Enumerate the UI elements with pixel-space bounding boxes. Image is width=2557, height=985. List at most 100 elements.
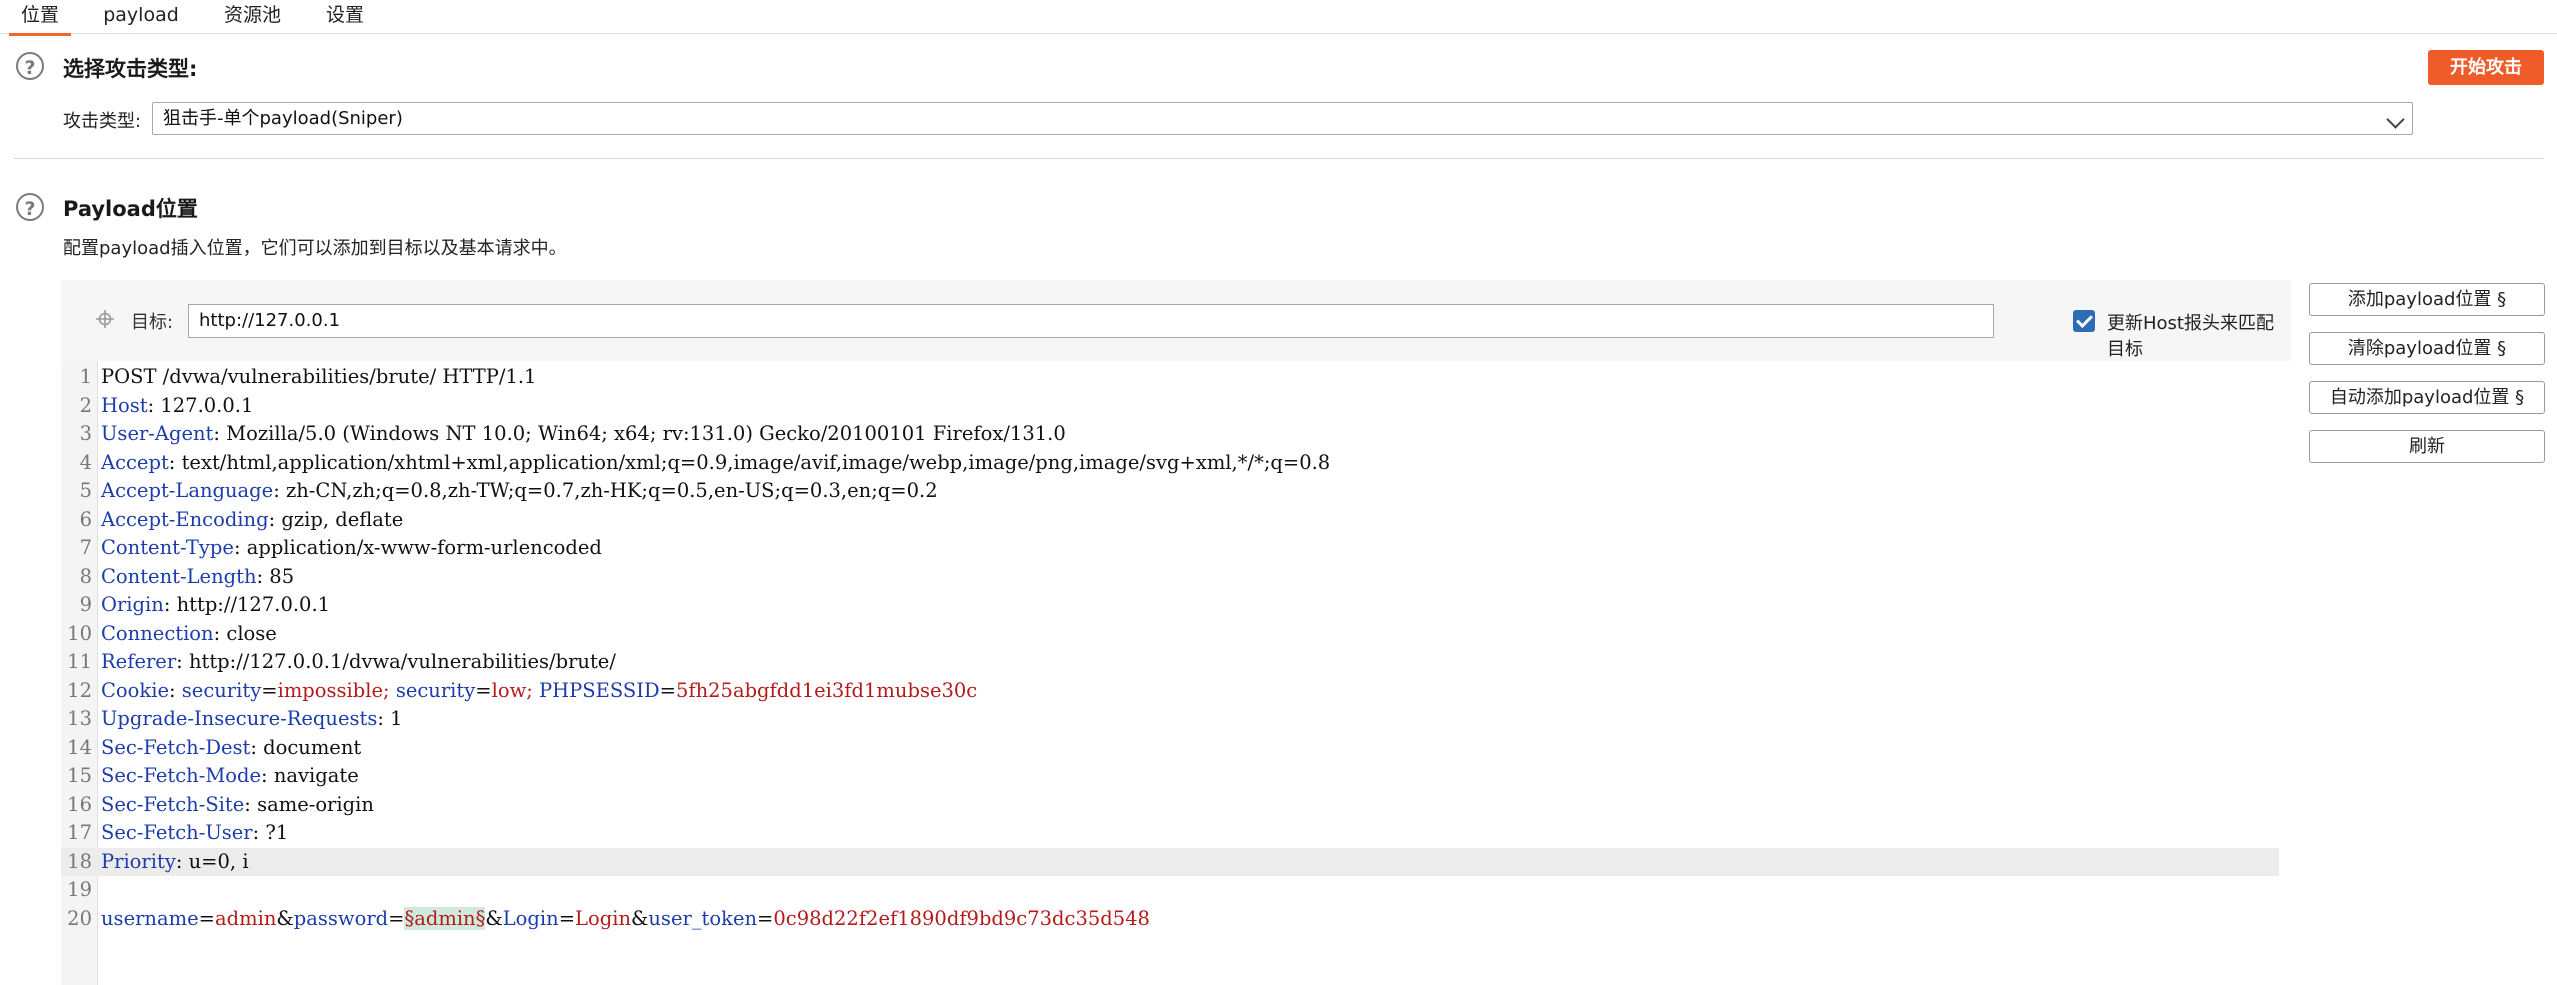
line-number: 11	[67, 650, 92, 673]
header-key: security	[181, 678, 262, 702]
header-value: =	[261, 678, 278, 702]
header-value: : Mozilla/5.0 (Windows NT 10.0; Win64; x…	[213, 422, 1066, 445]
header-key: Sec-Fetch-User	[101, 821, 253, 844]
help-icon[interactable]: ?	[16, 193, 44, 221]
line-content: username=admin&password=§admin§&Login=Lo…	[101, 905, 1150, 934]
header-key: Accept-Encoding	[101, 507, 269, 531]
line-content: Sec-Fetch-Dest: document	[101, 734, 361, 763]
header-key: security	[395, 678, 476, 702]
line-content: Priority: u=0, i	[101, 848, 249, 877]
request-line[interactable]: 19	[61, 876, 2279, 905]
request-line[interactable]: 13 Upgrade-Insecure-Requests: 1	[61, 705, 2279, 734]
attack-type-value: 狙击手-单个payload(Sniper)	[163, 108, 403, 129]
attack-type-label: 攻击类型:	[63, 111, 142, 132]
header-key: Referer	[101, 650, 177, 673]
tab-settings[interactable]: 设置	[316, 0, 374, 33]
tab-payload[interactable]: payload	[96, 0, 186, 33]
line-number: 9	[79, 593, 92, 616]
request-line[interactable]: 5 Accept-Language: zh-CN,zh;q=0.8,zh-TW;q…	[61, 477, 2279, 506]
line-number: 14	[67, 735, 92, 759]
header-key: Sec-Fetch-Site	[101, 792, 245, 816]
tab-positions[interactable]: 位置	[9, 0, 71, 36]
payload-editor: 目标: http://127.0.0.1 更新Host报头来匹配目标 1 POST…	[61, 280, 2291, 985]
line-number: 4	[79, 450, 92, 474]
header-value: =	[757, 906, 774, 930]
request-line[interactable]: 6 Accept-Encoding: gzip, deflate	[61, 506, 2279, 535]
request-line[interactable]: 3 User-Agent: Mozilla/5.0 (Windows NT 10.…	[61, 420, 2279, 449]
header-key: Sec-Fetch-Dest	[101, 735, 251, 759]
request-line[interactable]: 4 Accept: text/html,application/xhtml+xml…	[61, 449, 2279, 478]
request-line[interactable]: 14 Sec-Fetch-Dest: document	[61, 734, 2279, 763]
header-value: =	[198, 906, 215, 930]
request-line[interactable]: 1 POST /dvwa/vulnerabilities/brute/ HTTP/…	[61, 363, 2279, 392]
line-number: 5	[79, 479, 92, 502]
header-value: =	[475, 678, 492, 702]
header-key: Priority	[101, 849, 176, 873]
line-number: 1	[79, 365, 92, 388]
add-payload-position-button[interactable]: 添加payload位置 §	[2309, 283, 2545, 316]
request-line[interactable]: 15 Sec-Fetch-Mode: navigate	[61, 762, 2279, 791]
request-line[interactable]: 10 Connection: close	[61, 620, 2279, 649]
header-value: : same-origin	[244, 792, 374, 816]
line-number: 12	[67, 678, 92, 702]
request-line[interactable]: 9 Origin: http://127.0.0.1	[61, 591, 2279, 620]
header-value: : zh-CN,zh;q=0.8,zh-TW;q=0.7,zh-HK;q=0.5…	[273, 479, 938, 502]
header-key: user_token	[648, 906, 758, 930]
request-line[interactable]: 18 Priority: u=0, i	[61, 847, 2279, 877]
auto-add-payload-position-button[interactable]: 自动添加payload位置 §	[2309, 381, 2545, 414]
header-key: Host	[101, 393, 148, 417]
help-icon[interactable]: ?	[16, 52, 44, 80]
header-value: : document	[250, 735, 362, 759]
payload-positions-title: Payload位置	[63, 197, 198, 221]
header-key: Sec-Fetch-Mode	[101, 764, 262, 787]
refresh-button[interactable]: 刷新	[2309, 430, 2545, 463]
header-value: Login	[575, 906, 632, 930]
payload-positions-description: 配置payload插入位置，它们可以添加到目标以及基本请求中。	[63, 238, 567, 259]
line-content: Connection: close	[101, 620, 277, 649]
update-host-label: 更新Host报头来匹配目标	[2107, 313, 2274, 360]
start-attack-button[interactable]: 开始攻击	[2428, 50, 2544, 85]
line-content: Content-Type: application/x-www-form-url…	[101, 534, 602, 563]
request-line[interactable]: 20 username=admin&password=§admin§&Login=…	[61, 905, 2279, 934]
crosshair-icon	[96, 310, 114, 328]
header-value: =	[388, 906, 405, 930]
request-line[interactable]: 11 Referer: http://127.0.0.1/dvwa/vulnera…	[61, 648, 2279, 677]
header-value: : navigate	[261, 764, 359, 787]
header-key: User-Agent	[101, 422, 214, 445]
clear-payload-position-button[interactable]: 清除payload位置 §	[2309, 332, 2545, 365]
tab-resource-pool[interactable]: 资源池	[215, 0, 290, 33]
header-value: =	[558, 906, 576, 930]
line-content: Accept-Encoding: gzip, deflate	[101, 506, 403, 535]
header-key: Origin	[101, 593, 164, 616]
line-number: 10	[67, 621, 92, 645]
request-line[interactable]: 2 Host: 127.0.0.1	[61, 392, 2279, 421]
line-number: 16	[67, 792, 92, 816]
line-content: User-Agent: Mozilla/5.0 (Windows NT 10.0…	[101, 420, 1066, 449]
update-host-checkbox[interactable]	[2073, 310, 2095, 332]
line-number: 8	[79, 564, 92, 588]
request-line[interactable]: 17 Sec-Fetch-User: ?1	[61, 819, 2279, 848]
header-value: : close	[213, 621, 277, 645]
attack-type-select[interactable]: 狙击手-单个payload(Sniper)	[152, 102, 2413, 135]
request-line[interactable]: 7 Content-Type: application/x-www-form-ur…	[61, 534, 2279, 563]
line-content: Sec-Fetch-Mode: navigate	[101, 762, 359, 791]
line-content: Sec-Fetch-User: ?1	[101, 819, 288, 848]
header-value: &	[631, 906, 649, 930]
line-content: Upgrade-Insecure-Requests: 1	[101, 705, 403, 734]
line-content: Sec-Fetch-Site: same-origin	[101, 791, 374, 820]
header-value: =	[659, 678, 676, 702]
line-content: POST /dvwa/vulnerabilities/brute/ HTTP/1…	[101, 363, 536, 392]
target-bar: 目标: http://127.0.0.1 更新Host报头来匹配目标	[61, 280, 2291, 361]
request-line[interactable]: 16 Sec-Fetch-Site: same-origin	[61, 791, 2279, 820]
request-line[interactable]: 8 Content-Length: 85	[61, 563, 2279, 592]
header-key: Accept	[101, 450, 169, 474]
line-number: 7	[79, 536, 92, 559]
line-content: Host: 127.0.0.1	[101, 392, 253, 421]
header-key: Upgrade-Insecure-Requests	[101, 707, 378, 730]
target-input[interactable]: http://127.0.0.1	[188, 304, 1994, 338]
line-content: Accept: text/html,application/xhtml+xml,…	[101, 449, 1330, 478]
line-number: 6	[79, 507, 92, 531]
request-line[interactable]: 12 Cookie: security=impossible; security=…	[61, 677, 2279, 706]
header-value: : gzip, deflate	[268, 507, 404, 531]
request-editor[interactable]: 1 POST /dvwa/vulnerabilities/brute/ HTTP/…	[61, 361, 2291, 985]
